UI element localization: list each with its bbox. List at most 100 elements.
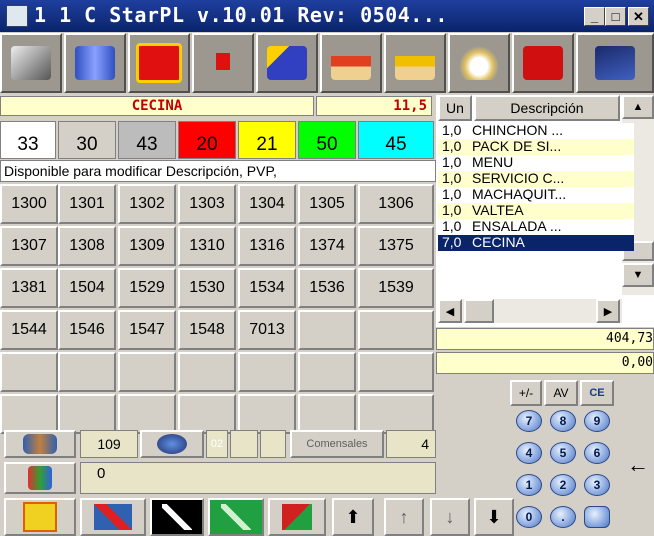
- blank-field[interactable]: [260, 430, 286, 458]
- product-code-button[interactable]: 1307: [0, 226, 58, 266]
- exit-button[interactable]: [4, 498, 76, 536]
- digit-key-8[interactable]: 8: [550, 410, 576, 432]
- comensales-button[interactable]: Comensales: [290, 430, 384, 458]
- product-code-button[interactable]: 1546: [58, 310, 116, 350]
- second-course-button[interactable]: [384, 33, 446, 93]
- product-code-button[interactable]: [358, 310, 434, 350]
- product-code-button[interactable]: [118, 394, 176, 434]
- product-code-button[interactable]: 1304: [238, 184, 296, 224]
- guests-button[interactable]: [4, 462, 76, 494]
- down-arrow-button[interactable]: ↓: [430, 498, 470, 536]
- item-name-field[interactable]: CECINA: [0, 96, 314, 116]
- product-code-button[interactable]: 1308: [58, 226, 116, 266]
- backspace-arrow-button[interactable]: ←: [622, 452, 654, 478]
- product-code-button[interactable]: 7013: [238, 310, 296, 350]
- product-code-button[interactable]: [298, 352, 356, 392]
- comensales-value[interactable]: 4: [386, 430, 436, 458]
- color-box[interactable]: 50: [298, 121, 356, 159]
- table-number-field[interactable]: 109: [80, 430, 138, 458]
- product-code-button[interactable]: 1375: [358, 226, 434, 266]
- color-box[interactable]: 45: [358, 121, 434, 159]
- minimize-button[interactable]: _: [584, 7, 605, 26]
- product-code-button[interactable]: [238, 352, 296, 392]
- first-course-button[interactable]: [320, 33, 382, 93]
- digit-key-4[interactable]: 4: [516, 442, 542, 464]
- menu-button[interactable]: [512, 33, 574, 93]
- product-code-button[interactable]: 1504: [58, 268, 116, 308]
- digit-key-0[interactable]: 0: [516, 506, 542, 528]
- digit-key-7[interactable]: 7: [516, 410, 542, 432]
- color-box[interactable]: 30: [58, 121, 116, 159]
- product-code-button[interactable]: 1536: [298, 268, 356, 308]
- waiters-button[interactable]: [4, 430, 76, 458]
- product-code-button[interactable]: 1300: [0, 184, 58, 224]
- quantity-input[interactable]: 0: [80, 462, 436, 494]
- brush-button[interactable]: [256, 33, 318, 93]
- plus-minus-button[interactable]: +/-: [510, 380, 542, 406]
- digit-key-1[interactable]: 1: [516, 474, 542, 496]
- transfer-button[interactable]: [140, 430, 204, 458]
- list-item[interactable]: 1,0 CHINCHON ...: [438, 123, 634, 139]
- clear-entry-button[interactable]: CE: [580, 380, 614, 406]
- column-header-description[interactable]: Descripción: [474, 95, 620, 121]
- product-code-button[interactable]: 1534: [238, 268, 296, 308]
- product-code-button[interactable]: 1309: [118, 226, 176, 266]
- product-code-button[interactable]: 1530: [178, 268, 236, 308]
- color-box[interactable]: 20: [178, 121, 236, 159]
- up-arrow-button[interactable]: ↑: [384, 498, 424, 536]
- cancel-people-button[interactable]: [80, 498, 146, 536]
- product-code-button[interactable]: 1548: [178, 310, 236, 350]
- scroll-right-button[interactable]: ▶: [596, 299, 620, 323]
- seat-field[interactable]: 02: [206, 430, 228, 458]
- product-code-button[interactable]: [298, 310, 356, 350]
- product-code-button[interactable]: 1302: [118, 184, 176, 224]
- list-item[interactable]: 1,0 MACHAQUIT...: [438, 187, 634, 203]
- tools-button[interactable]: [0, 33, 62, 93]
- product-code-button[interactable]: 1305: [298, 184, 356, 224]
- packaging-button[interactable]: [268, 498, 326, 536]
- scroll-up-button[interactable]: ▲: [622, 95, 654, 119]
- product-code-button[interactable]: [358, 352, 434, 392]
- product-code-button[interactable]: 1381: [0, 268, 58, 308]
- money-exchange-button[interactable]: [64, 33, 126, 93]
- digit-key-9[interactable]: 9: [584, 410, 610, 432]
- scroll-left-button[interactable]: ◀: [438, 299, 462, 323]
- enter-key[interactable]: [584, 506, 610, 528]
- blank-field[interactable]: [230, 430, 258, 458]
- digit-key-2[interactable]: 2: [550, 474, 576, 496]
- dessert-button[interactable]: [448, 33, 510, 93]
- column-header-units[interactable]: Un: [438, 95, 472, 121]
- product-code-button[interactable]: [118, 352, 176, 392]
- list-item[interactable]: 1,0 SERVICIO C...: [438, 171, 634, 187]
- product-code-button[interactable]: [58, 394, 116, 434]
- product-code-button[interactable]: [358, 394, 434, 434]
- product-code-button[interactable]: 1310: [178, 226, 236, 266]
- list-item[interactable]: 7,0 CECINA: [438, 235, 634, 251]
- list-item[interactable]: 1,0 MENU: [438, 155, 634, 171]
- color-box[interactable]: 43: [118, 121, 176, 159]
- app-icon[interactable]: [6, 5, 28, 27]
- color-box[interactable]: 33: [0, 121, 56, 159]
- gift-button[interactable]: [128, 33, 190, 93]
- product-code-button[interactable]: 1539: [358, 268, 434, 308]
- list-item[interactable]: 1,0 PACK DE SI...: [438, 139, 634, 155]
- product-code-button[interactable]: 1316: [238, 226, 296, 266]
- color-box[interactable]: 21: [238, 121, 296, 159]
- product-code-button[interactable]: 1306: [358, 184, 434, 224]
- digit-key-5[interactable]: 5: [550, 442, 576, 464]
- product-code-button[interactable]: 1529: [118, 268, 176, 308]
- product-code-button[interactable]: [238, 394, 296, 434]
- product-code-button[interactable]: 1303: [178, 184, 236, 224]
- maximize-button[interactable]: □: [605, 7, 626, 26]
- av-button[interactable]: AV: [544, 380, 578, 406]
- book-button[interactable]: [576, 33, 654, 93]
- horizontal-scrollbar[interactable]: ◀ ▶: [438, 299, 622, 323]
- product-code-button[interactable]: 1547: [118, 310, 176, 350]
- product-code-button[interactable]: 1544: [0, 310, 58, 350]
- top-arrow-button[interactable]: ⬆: [332, 498, 374, 536]
- list-item[interactable]: 1,0 ENSALADA ...: [438, 219, 634, 235]
- product-code-button[interactable]: [0, 352, 58, 392]
- tools-green-button[interactable]: [208, 498, 264, 536]
- close-button[interactable]: ✕: [628, 7, 649, 26]
- hscroll-thumb[interactable]: [464, 299, 494, 323]
